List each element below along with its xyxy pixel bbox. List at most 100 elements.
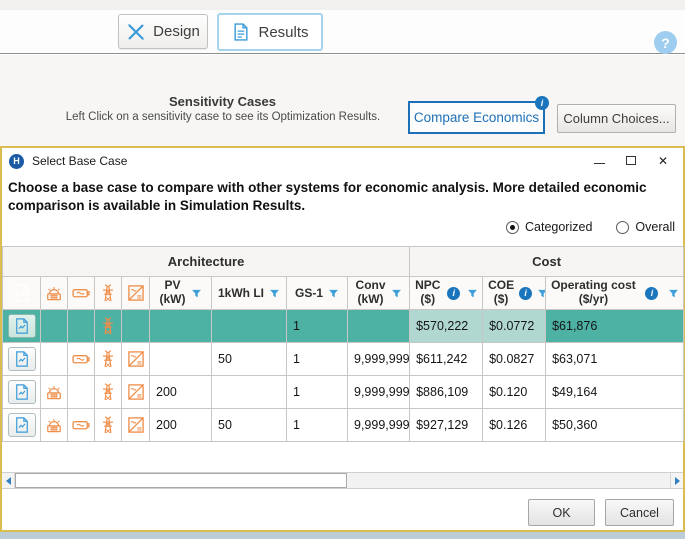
coe-cell: $0.0827 xyxy=(482,342,547,376)
radio-selected-icon xyxy=(506,220,519,234)
operating-cost-cell: $61,876 xyxy=(545,309,685,343)
radio-unselected-icon xyxy=(616,220,630,234)
operating-cost-cell: $50,360 xyxy=(545,408,685,442)
table-row[interactable]: 50 1 9,999,999 $611,242 $0.0827 $63,071 xyxy=(2,342,685,376)
design-label: Design xyxy=(153,23,200,40)
radio-overall[interactable]: Overall xyxy=(616,220,675,234)
pv-kw-cell xyxy=(149,309,212,343)
app-top-strip xyxy=(0,0,685,10)
converter-icon xyxy=(126,283,146,303)
pv-kw-cell: 200 xyxy=(149,375,212,409)
info-icon[interactable]: i xyxy=(519,286,533,300)
compare-economics-button[interactable]: Compare Economics i xyxy=(408,96,549,134)
simulation-report-icon xyxy=(13,317,31,335)
info-icon[interactable]: i xyxy=(645,286,659,300)
pv-icon xyxy=(44,283,64,303)
filter-icon[interactable] xyxy=(467,288,478,299)
pv-kw-cell: 200 xyxy=(149,408,212,442)
compare-economics-label: Compare Economics xyxy=(413,110,540,125)
gs1-cell: 1 xyxy=(286,375,348,409)
help-icon: ? xyxy=(661,34,670,51)
filter-icon[interactable] xyxy=(191,288,202,299)
select-base-case-dialog: H Select Base Case ✕ Choose a base case … xyxy=(0,146,685,532)
filter-icon[interactable] xyxy=(537,288,545,299)
simulation-report-button[interactable] xyxy=(7,314,36,338)
converter-icon xyxy=(126,382,146,402)
background-strip xyxy=(0,532,685,539)
group-header-cost: Cost xyxy=(409,246,685,277)
gs1-cell: 1 xyxy=(286,342,348,376)
col-header-report[interactable] xyxy=(2,276,41,310)
dialog-description: Choose a base case to compare with other… xyxy=(8,180,647,213)
filter-icon[interactable] xyxy=(668,288,679,299)
grid-tower-icon xyxy=(98,415,118,435)
coe-cell: $0.120 xyxy=(482,375,547,409)
horizontal-scrollbar[interactable] xyxy=(2,472,683,489)
coe-cell: $0.126 xyxy=(482,408,547,442)
filter-icon[interactable] xyxy=(328,288,339,299)
col-header-battery-qty[interactable]: 1kWh LI xyxy=(211,276,287,310)
minimize-button[interactable] xyxy=(583,150,615,171)
info-icon[interactable]: i xyxy=(447,286,461,300)
right-triangle-icon xyxy=(674,476,680,485)
ok-button[interactable]: OK xyxy=(528,499,595,526)
scroll-thumb[interactable] xyxy=(15,473,347,488)
filter-icon[interactable] xyxy=(269,288,280,299)
battery-qty-cell xyxy=(211,375,287,409)
table-row[interactable]: 1 $570,222 $0.0772 $61,876 xyxy=(2,309,685,343)
sensitivity-subtitle: Left Click on a sensitivity case to see … xyxy=(65,111,381,123)
radio-categorized[interactable]: Categorized xyxy=(506,220,592,234)
col-header-npc[interactable]: NPC ($) i xyxy=(409,276,484,310)
gs1-cell: 1 xyxy=(286,309,348,343)
design-tab-button[interactable]: Design xyxy=(118,14,208,49)
operating-cost-cell: $49,164 xyxy=(545,375,685,409)
scroll-left-arrow[interactable] xyxy=(2,473,15,488)
grid-tower-icon xyxy=(98,349,118,369)
conv-kw-cell: 9,999,999 xyxy=(346,408,411,442)
dialog-title: Select Base Case xyxy=(32,154,128,168)
col-header-coe[interactable]: COE ($) i xyxy=(482,276,547,310)
simulation-report-button[interactable] xyxy=(7,413,36,437)
column-choices-button[interactable]: Column Choices... xyxy=(557,104,676,133)
table-row[interactable]: 200 1 9,999,999 $886,109 $0.120 $49,164 xyxy=(2,375,685,409)
info-icon[interactable]: i xyxy=(535,96,549,110)
window-controls: ✕ xyxy=(583,150,679,171)
pv-kw-cell xyxy=(149,342,212,376)
npc-cell: $927,129 xyxy=(409,408,484,442)
simulation-report-button[interactable] xyxy=(7,380,36,404)
table-row[interactable]: 200 50 1 9,999,999 $927,129 $0.126 $50,3… xyxy=(2,408,685,442)
sensitivity-section: Sensitivity Cases Left Click on a sensit… xyxy=(0,55,685,146)
simulation-report-icon xyxy=(13,383,31,401)
col-header-conv-kw[interactable]: Conv (kW) xyxy=(346,276,411,310)
battery-qty-cell xyxy=(211,309,287,343)
col-header-pv-kw[interactable]: PV (kW) xyxy=(149,276,212,310)
filter-icon[interactable] xyxy=(391,288,402,299)
col-header-gs1[interactable]: GS-1 xyxy=(286,276,348,310)
view-mode-radios: Categorized Overall xyxy=(506,220,675,234)
left-triangle-icon xyxy=(5,476,11,485)
col-header-operating-cost[interactable]: Operating cost ($/yr) i xyxy=(545,276,685,310)
dialog-titlebar[interactable]: H Select Base Case ✕ xyxy=(2,148,683,174)
operating-cost-cell: $63,071 xyxy=(545,342,685,376)
col-header-pv-icon[interactable] xyxy=(40,276,68,310)
maximize-button[interactable] xyxy=(615,150,647,171)
help-button[interactable]: ? xyxy=(654,31,677,54)
maximize-icon xyxy=(626,156,636,165)
simulation-report-button[interactable] xyxy=(7,347,36,371)
cancel-button[interactable]: Cancel xyxy=(605,499,674,526)
conv-kw-cell: 9,999,999 xyxy=(346,342,411,376)
scroll-right-arrow[interactable] xyxy=(670,473,683,488)
battery-icon xyxy=(71,415,91,435)
radio-overall-label: Overall xyxy=(635,220,675,234)
close-button[interactable]: ✕ xyxy=(647,150,679,171)
simulation-report-icon xyxy=(13,416,31,434)
col-header-battery-icon[interactable] xyxy=(67,276,95,310)
design-icon xyxy=(126,22,146,42)
results-tab-button[interactable]: Results xyxy=(217,13,323,51)
col-header-converter-icon[interactable] xyxy=(121,276,150,310)
col-header-grid-icon[interactable] xyxy=(94,276,122,310)
sensitivity-title: Sensitivity Cases xyxy=(169,94,276,109)
grid-tower-icon xyxy=(98,283,118,303)
npc-cell: $886,109 xyxy=(409,375,484,409)
simulation-report-icon xyxy=(12,283,32,303)
